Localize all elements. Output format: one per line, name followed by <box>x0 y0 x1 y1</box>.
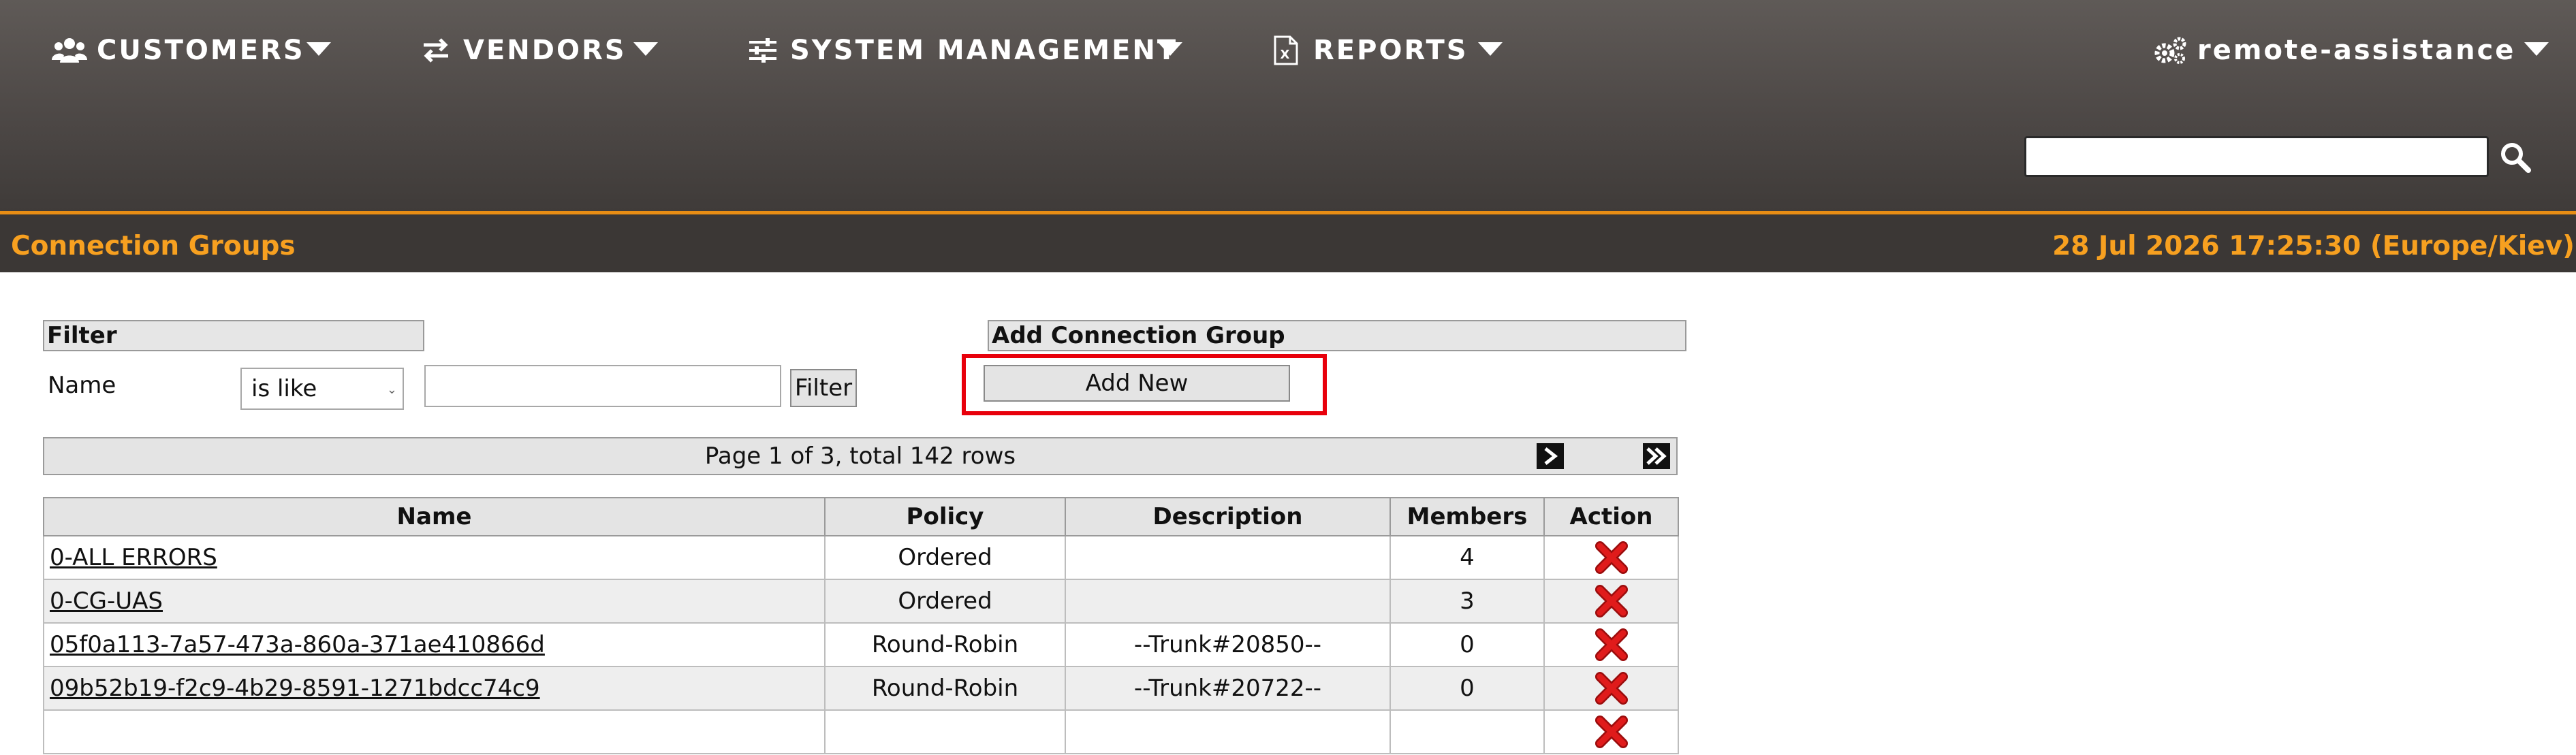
group-policy: Ordered <box>824 535 1066 580</box>
reports-dropdown-caret[interactable] <box>1478 42 1503 56</box>
group-description: --Trunk#20850-- <box>1065 622 1391 667</box>
filter-operator-value: is like <box>251 375 317 402</box>
nav-reports-label: REPORTS <box>1313 35 1468 66</box>
nav-customers[interactable]: CUSTOMERS <box>52 30 305 71</box>
arrows-exchange-icon <box>418 35 454 65</box>
table-row <box>43 709 1679 754</box>
group-name-link[interactable]: 0-ALL ERRORS <box>50 544 217 571</box>
column-header-policy[interactable]: Policy <box>824 497 1066 536</box>
highlight-box <box>962 354 1327 415</box>
group-policy: Ordered <box>824 579 1066 624</box>
nav-vendors[interactable]: VENDORS <box>418 30 627 71</box>
group-policy: Round-Robin <box>824 666 1066 711</box>
filter-button[interactable]: Filter <box>790 369 857 407</box>
user-dropdown-caret[interactable] <box>2524 42 2549 56</box>
delete-x-icon[interactable] <box>1595 541 1629 575</box>
double-chevron-right-icon[interactable] <box>1643 443 1670 469</box>
filter-operator-select[interactable]: is like ⌄ <box>240 368 404 410</box>
group-policy: Round-Robin <box>824 622 1066 667</box>
gears-icon <box>2152 35 2188 65</box>
svg-text:X: X <box>1281 48 1292 62</box>
nav-vendors-label: VENDORS <box>463 35 627 66</box>
group-description <box>1065 535 1391 580</box>
group-members <box>1389 709 1545 754</box>
page-title-bar: Connection Groups 28 Jul 2026 17:25:30 (… <box>0 211 2576 272</box>
column-header-description[interactable]: Description <box>1065 497 1391 536</box>
nav-user-label: remote-assistance <box>2197 35 2516 66</box>
filter-header: Filter <box>43 320 424 351</box>
page-title: Connection Groups <box>11 231 296 261</box>
customers-dropdown-caret[interactable] <box>307 42 331 56</box>
system-management-dropdown-caret[interactable] <box>1158 42 1182 56</box>
group-members: 4 <box>1389 535 1545 580</box>
table-row: 05f0a113-7a57-473a-860a-371ae410866d Rou… <box>43 622 1679 667</box>
nav-customers-label: CUSTOMERS <box>97 35 305 66</box>
group-name-link[interactable]: 05f0a113-7a57-473a-860a-371ae410866d <box>50 631 545 658</box>
vendors-dropdown-caret[interactable] <box>633 42 658 56</box>
delete-x-icon[interactable] <box>1595 671 1629 705</box>
pager-text: Page 1 of 3, total 142 rows <box>704 443 1016 470</box>
column-header-name[interactable]: Name <box>43 497 826 536</box>
search-input[interactable] <box>2024 136 2489 177</box>
column-header-members[interactable]: Members <box>1389 497 1545 536</box>
nav-user-menu[interactable]: remote-assistance <box>2152 30 2515 71</box>
chevron-right-icon[interactable] <box>1537 443 1564 469</box>
filter-value-input[interactable] <box>424 365 781 407</box>
pager-bar: Page 1 of 3, total 142 rows <box>43 437 1678 475</box>
delete-x-icon[interactable] <box>1595 628 1629 662</box>
group-name-link[interactable]: 0-CG-UAS <box>50 588 163 615</box>
add-group-header: Add Connection Group <box>988 320 1686 351</box>
nav-system-management[interactable]: SYSTEM MANAGEMENT <box>745 30 1178 71</box>
search-icon[interactable] <box>2498 140 2531 173</box>
group-description <box>1065 579 1391 624</box>
table-row: 0-ALL ERRORS Ordered 4 <box>43 535 1679 580</box>
delete-x-icon[interactable] <box>1595 715 1629 749</box>
select-arrow-icon: ⌄ <box>386 383 397 397</box>
group-policy <box>824 709 1066 754</box>
top-navigation-bar: CUSTOMERS VENDORS SYSTEM MANAGEMENT X RE… <box>0 0 2576 211</box>
column-header-action: Action <box>1543 497 1679 536</box>
table-header-row: Name Policy Description Members Action <box>43 497 1679 536</box>
connection-groups-table: Name Policy Description Members Action 0… <box>43 497 1679 754</box>
delete-x-icon[interactable] <box>1595 584 1629 618</box>
group-members: 3 <box>1389 579 1545 624</box>
table-row: 09b52b19-f2c9-4b29-8591-1271bdcc74c9 Rou… <box>43 666 1679 711</box>
nav-reports[interactable]: X REPORTS <box>1268 30 1468 71</box>
nav-system-management-label: SYSTEM MANAGEMENT <box>790 35 1178 66</box>
users-icon <box>52 35 87 65</box>
group-members: 0 <box>1389 666 1545 711</box>
server-datetime: 28 Jul 2026 17:25:30 (Europe/Kiev) <box>2052 231 2575 261</box>
sliders-icon <box>745 35 781 65</box>
group-description: --Trunk#20722-- <box>1065 666 1391 711</box>
group-members: 0 <box>1389 622 1545 667</box>
group-description <box>1065 709 1391 754</box>
excel-file-icon: X <box>1268 35 1304 65</box>
filter-name-label: Name <box>48 372 116 399</box>
group-name-link[interactable]: 09b52b19-f2c9-4b29-8591-1271bdcc74c9 <box>50 675 540 702</box>
table-row: 0-CG-UAS Ordered 3 <box>43 579 1679 624</box>
